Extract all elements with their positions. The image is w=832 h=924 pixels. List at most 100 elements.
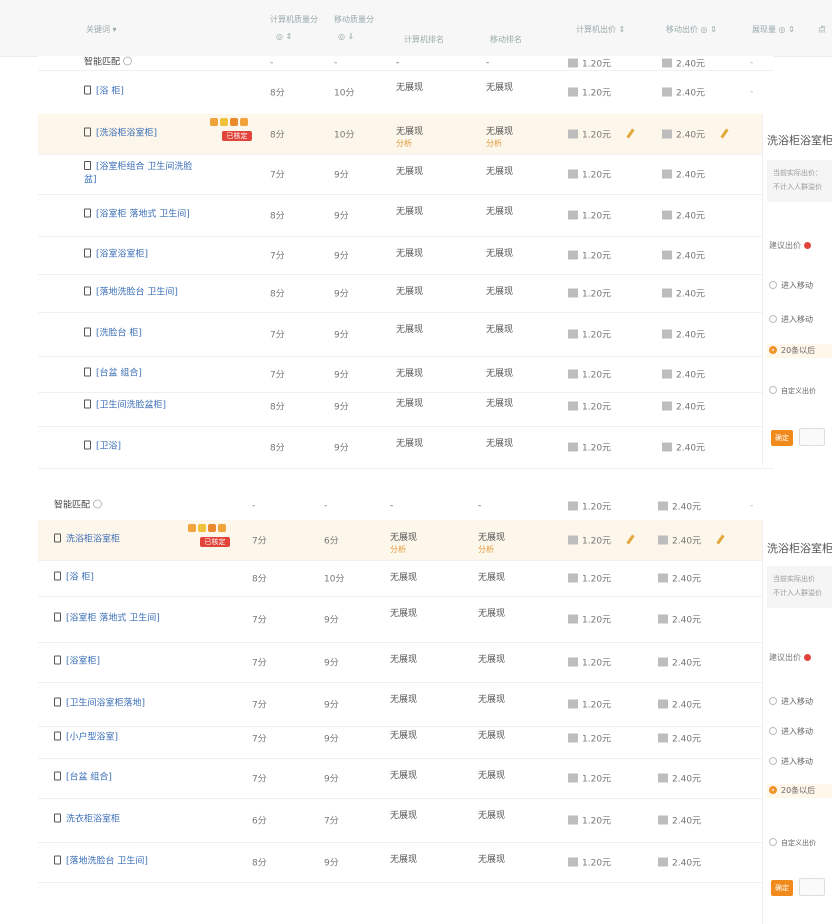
- table-row[interactable]: [落地洗脸台 卫生间] 8分 9分 无展现 无展现 1.20元 2.40元: [38, 842, 774, 883]
- edit-icon[interactable]: [720, 128, 729, 139]
- keyword-text[interactable]: [落地洗脸台 卫生间]: [66, 857, 148, 867]
- keyword-text[interactable]: [浴 柜]: [66, 573, 94, 583]
- keyword-cell[interactable]: [小户型浴室]: [54, 731, 118, 745]
- keyword-cell[interactable]: [浴室柜组合 卫生间洗脸盆]: [84, 161, 204, 187]
- keyword-text[interactable]: [落地洗脸台 卫生间]: [96, 288, 178, 298]
- option-radio-1[interactable]: 进入移动: [769, 280, 813, 291]
- col-extra-header: 点: [818, 25, 826, 34]
- keyword-cell[interactable]: 洗浴柜浴室柜: [54, 533, 120, 547]
- table-row[interactable]: [卫生间洗脸盆柜] 8分 9分 无展现 无展现 1.20元 2.40元: [38, 386, 774, 427]
- mobile-quality-score: 9分: [334, 289, 349, 300]
- keyword-text[interactable]: [洗脸台 柜]: [96, 329, 142, 339]
- keyword-text[interactable]: [卫生间洗脸盆柜]: [96, 401, 166, 411]
- keyword-cell[interactable]: [浴室柜 落地式 卫生间]: [54, 612, 160, 626]
- col-pc-rank-header: 计算机排名: [404, 35, 444, 44]
- smart-match-row[interactable]: 智能匹配 - - - - 1.20元 2.40元 -: [38, 56, 774, 71]
- keyword-cell[interactable]: [台盆 组合]: [84, 367, 142, 381]
- table-row[interactable]: [卫浴] 8分 9分 无展现 无展现 1.20元 2.40元: [38, 426, 774, 469]
- keyword-cell[interactable]: [台盆 组合]: [54, 771, 112, 785]
- analyze-link[interactable]: 分析: [390, 544, 417, 556]
- keyword-cell[interactable]: 洗衣柜浴室柜: [54, 813, 120, 827]
- table-row[interactable]: [小户型浴室] 7分 9分 无展现 无展现 1.20元 2.40元: [38, 718, 774, 759]
- device-icon: [662, 87, 672, 97]
- keyword-cell[interactable]: 智能匹配: [84, 56, 133, 70]
- col-pc-quality-sort[interactable]: ◎ ⇕: [276, 32, 292, 41]
- keyword-text[interactable]: [浴 柜]: [96, 87, 124, 97]
- keyword-cell[interactable]: [落地洗脸台 卫生间]: [84, 286, 178, 300]
- keyword-cell[interactable]: [浴 柜]: [54, 571, 94, 585]
- table-row[interactable]: [台盆 组合] 7分 9分 无展现 无展现 1.20元 2.40元: [38, 758, 774, 799]
- keyword-cell[interactable]: [卫生间浴室柜落地]: [54, 697, 145, 711]
- analyze-link[interactable]: 分析: [396, 138, 423, 150]
- secondary-button[interactable]: [799, 878, 825, 896]
- keyword-cell[interactable]: 智能匹配: [54, 499, 103, 513]
- keyword-text[interactable]: [浴室柜 落地式 卫生间]: [96, 210, 190, 220]
- col-volume-header[interactable]: 展现量 ◎ ⇕: [752, 24, 795, 35]
- keyword-text[interactable]: [小户型浴室]: [66, 733, 118, 743]
- table-row[interactable]: [落地洗脸台 卫生间] 8分 9分 无展现 无展现 1.20元 2.40元: [38, 274, 774, 313]
- table-row[interactable]: [浴室柜 落地式 卫生间] 8分 9分 无展现 无展现 1.20元 2.40元: [38, 194, 774, 237]
- option-radio-1[interactable]: 进入移动: [769, 696, 813, 707]
- keyword-text[interactable]: [台盆 组合]: [96, 369, 142, 379]
- option-radio-4[interactable]: 20条以后: [767, 784, 832, 798]
- keyword-text[interactable]: [洗浴柜浴室柜]: [96, 129, 157, 139]
- keyword-cell[interactable]: [浴 柜]: [84, 85, 124, 99]
- col-mobile-rank-header: 移动排名: [490, 35, 522, 44]
- keyword-cell[interactable]: [浴室柜]: [54, 655, 100, 669]
- device-icon: [658, 535, 668, 545]
- keyword-text[interactable]: 洗衣柜浴室柜: [66, 815, 120, 825]
- table-row[interactable]: [洗浴柜浴室柜] 已核定 8分 10分 无展现 分析 无展现 分析 1.20元 2.40元: [38, 114, 774, 155]
- radio-icon: [769, 727, 777, 735]
- custom-price-radio[interactable]: 自定义出价: [769, 386, 816, 396]
- table-row[interactable]: [浴室柜 落地式 卫生间] 7分 9分 无展现 无展现 1.20元 2.40元: [38, 596, 774, 643]
- analyze-link[interactable]: 分析: [486, 138, 513, 150]
- keyword-text[interactable]: [浴室浴室柜]: [96, 250, 148, 260]
- col-mobile-quality-header[interactable]: 移动质量分: [334, 14, 374, 25]
- edit-icon[interactable]: [626, 128, 635, 139]
- current-price-note: 不计入人群溢价: [773, 589, 822, 597]
- keyword-cell[interactable]: [洗脸台 柜]: [84, 327, 142, 341]
- keyword-text[interactable]: [卫浴]: [96, 442, 121, 452]
- smart-match-row[interactable]: 智能匹配 - - - - 1.20元 2.40元 -: [38, 492, 774, 521]
- table-row[interactable]: [浴室柜组合 卫生间洗脸盆] 7分 9分 无展现 无展现 1.20元 2.40元: [38, 154, 774, 195]
- keyword-cell[interactable]: [卫生间洗脸盆柜]: [84, 399, 166, 413]
- device-icon: [662, 129, 672, 139]
- device-icon: [568, 442, 578, 452]
- table-row[interactable]: [浴 柜] 8分 10分 无展现 无展现 1.20元 2.40元: [38, 560, 774, 597]
- mobile-quality-score: 9分: [324, 658, 339, 669]
- table-row[interactable]: [浴 柜] 8分 10分 无展现 无展现 1.20元 2.40元 -: [38, 70, 774, 115]
- keyword-text[interactable]: [浴室柜 落地式 卫生间]: [66, 614, 160, 624]
- edit-icon[interactable]: [626, 534, 635, 545]
- edit-icon[interactable]: [716, 534, 725, 545]
- keyword-text[interactable]: [台盆 组合]: [66, 773, 112, 783]
- keyword-text[interactable]: [卫生间浴室柜落地]: [66, 699, 145, 709]
- phone-icon: [54, 533, 61, 543]
- analyze-link[interactable]: 分析: [478, 544, 505, 556]
- table-row[interactable]: [洗脸台 柜] 7分 9分 无展现 无展现 1.20元 2.40元: [38, 312, 774, 357]
- keyword-cell[interactable]: [落地洗脸台 卫生间]: [54, 855, 148, 869]
- keyword-cell[interactable]: [浴室浴室柜]: [84, 248, 148, 262]
- keyword-cell[interactable]: [浴室柜 落地式 卫生间]: [84, 208, 190, 222]
- option-radio-3[interactable]: 20条以后: [767, 344, 832, 358]
- confirm-button[interactable]: 确定: [771, 430, 793, 446]
- col-pc-quality-header[interactable]: 计算机质量分: [270, 14, 318, 25]
- keyword-cell[interactable]: [卫浴]: [84, 440, 121, 454]
- keyword-text[interactable]: 洗浴柜浴室柜: [66, 535, 120, 545]
- table-row[interactable]: 洗衣柜浴室柜 6分 7分 无展现 无展现 1.20元 2.40元: [38, 798, 774, 843]
- table-row[interactable]: [浴室浴室柜] 7分 9分 无展现 无展现 1.20元 2.40元: [38, 236, 774, 275]
- custom-price-radio[interactable]: 自定义出价: [769, 838, 816, 848]
- mobile-price: 2.40元: [658, 856, 701, 869]
- keyword-text[interactable]: [浴室柜]: [66, 657, 100, 667]
- col-keyword-header[interactable]: 关键词 ▾: [86, 24, 117, 35]
- table-row[interactable]: 洗浴柜浴室柜 已核定 7分 6分 无展现 分析 无展现 分析 1.20元 2.40元: [38, 520, 774, 561]
- col-pc-price-header[interactable]: 计算机出价 ⇕: [576, 24, 625, 35]
- col-mobile-price-header[interactable]: 移动出价 ◎ ⇕: [666, 24, 717, 35]
- table-row[interactable]: [浴室柜] 7分 9分 无展现 无展现 1.20元 2.40元: [38, 642, 774, 683]
- keyword-cell[interactable]: [洗浴柜浴室柜]: [84, 127, 157, 141]
- option-radio-2[interactable]: 进入移动: [769, 726, 813, 737]
- keyword-text[interactable]: [浴室柜组合 卫生间洗脸盆]: [84, 162, 192, 185]
- col-mobile-quality-sort[interactable]: ◎ ⇓: [338, 32, 354, 41]
- option-radio-2[interactable]: 进入移动: [769, 314, 813, 325]
- option-radio-3[interactable]: 进入移动: [769, 756, 813, 767]
- confirm-button[interactable]: 确定: [771, 880, 793, 896]
